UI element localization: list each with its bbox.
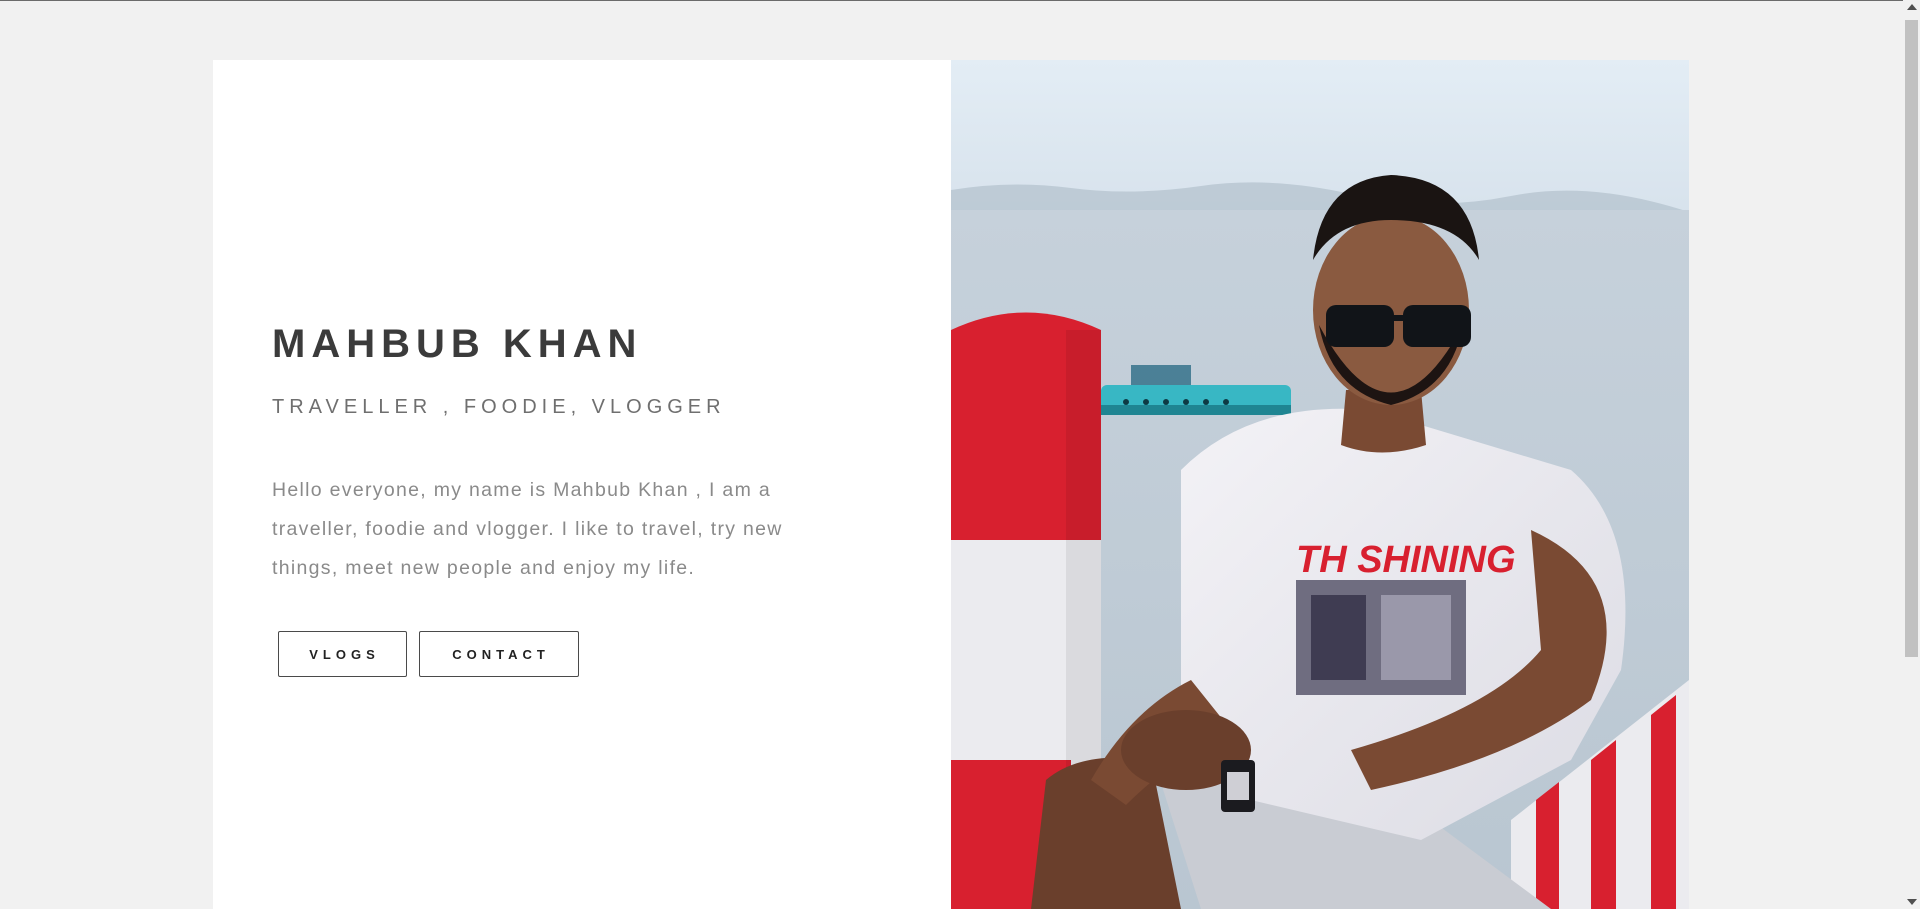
top-border (0, 0, 1920, 1)
hero-card: MAHBUB KHAN TRAVELLER , FOODIE, VLOGGER … (213, 60, 1689, 909)
shirt-text: TH SHINING (1296, 539, 1516, 581)
triangle-down-icon[interactable] (1907, 899, 1917, 905)
scrollbar-thumb[interactable] (1905, 20, 1918, 657)
profile-photo-panel: TH SHINING (951, 60, 1689, 909)
intro-panel: MAHBUB KHAN TRAVELLER , FOODIE, VLOGGER … (213, 60, 951, 909)
profile-name: MAHBUB KHAN (272, 322, 643, 366)
action-buttons: VLOGS CONTACT (278, 631, 579, 677)
vlogs-button[interactable]: VLOGS (278, 631, 407, 677)
profile-photo: TH SHINING (951, 60, 1689, 909)
vertical-scrollbar[interactable] (1903, 0, 1920, 909)
profile-bio: Hello everyone, my name is Mahbub Khan ,… (272, 479, 783, 579)
profile-tagline: TRAVELLER , FOODIE, VLOGGER (272, 396, 726, 418)
triangle-up-icon[interactable] (1907, 4, 1917, 10)
contact-button[interactable]: CONTACT (419, 631, 579, 677)
